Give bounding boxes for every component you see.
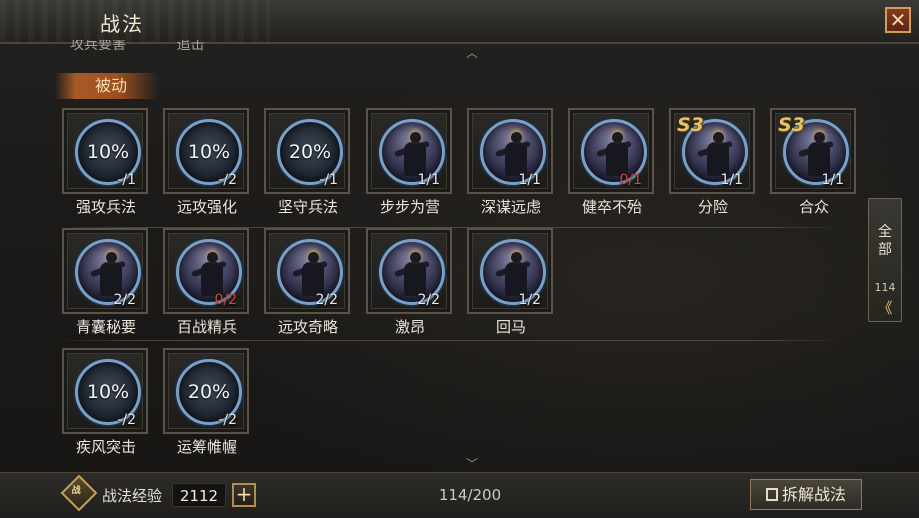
skill-card[interactable]: 0/2 百战精兵: [163, 228, 251, 340]
skill-card[interactable]: 10% -/2 远攻强化: [163, 108, 251, 220]
skill-frame: 1/2: [467, 228, 553, 314]
skill-frame: 10% -/2: [62, 348, 148, 434]
skill-name: 青囊秘要: [75, 318, 136, 336]
add-exp-button[interactable]: +: [232, 483, 256, 507]
skill-name: 疾风突击: [75, 438, 136, 456]
row-divider: [55, 227, 845, 228]
skill-percent: 10%: [187, 141, 231, 163]
skill-count: 2/2: [315, 292, 338, 308]
skill-name: 激昂: [394, 318, 425, 336]
skill-card[interactable]: 2/2 远攻奇略: [264, 228, 352, 340]
skill-card[interactable]: S3 1/1 分险: [669, 108, 757, 220]
skill-count: 1/1: [417, 172, 440, 188]
skill-name: 健卒不殆: [581, 198, 642, 216]
decompose-label: 拆解战法: [781, 485, 846, 504]
skill-card[interactable]: S3 1/1 合众: [770, 108, 858, 220]
skill-count: 1/1: [821, 172, 844, 188]
double-chevron-left-icon: 《: [877, 299, 893, 317]
skill-frame: S3 1/1: [669, 108, 755, 194]
skill-count: 0/1: [619, 172, 642, 188]
skill-frame: 0/2: [163, 228, 249, 314]
section-tab-passive: 被动: [55, 73, 159, 99]
skill-count: -/2: [218, 412, 237, 428]
skill-count: -/2: [117, 412, 136, 428]
skill-count: 0/2: [214, 292, 237, 308]
exp-value: 2112: [172, 483, 226, 507]
skill-name: 百战精兵: [176, 318, 237, 336]
skill-count: -/1: [319, 172, 338, 188]
skill-frame: 20% -/2: [163, 348, 249, 434]
skill-count: -/1: [117, 172, 136, 188]
skill-frame: 0/1: [568, 108, 654, 194]
skill-name: 远攻强化: [176, 198, 237, 216]
decompose-button[interactable]: 拆解战法: [750, 479, 862, 510]
skill-capacity: 114/200: [438, 486, 502, 504]
season-badge: S3: [778, 114, 805, 136]
skill-frame: S3 1/1: [770, 108, 856, 194]
filter-label: 全部: [878, 224, 892, 258]
previous-section-peek: 攻兵要害 追击: [70, 40, 250, 56]
skill-count: 1/1: [518, 172, 541, 188]
chevron-up-icon[interactable]: ︿: [463, 47, 481, 59]
skill-name: 强攻兵法: [75, 198, 136, 216]
skill-name: 回马: [495, 318, 526, 336]
skill-card[interactable]: 1/2 回马: [467, 228, 555, 340]
skill-card[interactable]: 20% -/1 坚守兵法: [264, 108, 352, 220]
skill-name: 步步为营: [379, 198, 440, 216]
skill-frame: 10% -/2: [163, 108, 249, 194]
skill-card[interactable]: 1/1 步步为营: [366, 108, 454, 220]
skill-frame: 2/2: [62, 228, 148, 314]
skill-percent: 10%: [86, 141, 130, 163]
skill-frame: 20% -/1: [264, 108, 350, 194]
skill-frame: 1/1: [366, 108, 452, 194]
skill-frame: 1/1: [467, 108, 553, 194]
skill-name: 合众: [798, 198, 829, 216]
skill-card[interactable]: 20% -/2 运筹帷幄: [163, 348, 251, 460]
decompose-icon: [765, 488, 778, 501]
skill-count: 2/2: [417, 292, 440, 308]
skill-frame: 2/2: [264, 228, 350, 314]
skill-percent: 10%: [86, 381, 130, 403]
skill-percent: 20%: [187, 381, 231, 403]
previous-skill-label: 攻兵要害: [70, 40, 126, 53]
skill-card[interactable]: 0/1 健卒不殆: [568, 108, 656, 220]
skill-count: 1/2: [518, 292, 541, 308]
skill-name: 坚守兵法: [277, 198, 338, 216]
exp-label: 战法经验: [102, 487, 163, 505]
chevron-down-icon[interactable]: ﹀: [463, 458, 481, 470]
skill-card[interactable]: 2/2 激昂: [366, 228, 454, 340]
row-divider: [55, 340, 845, 341]
skill-name: 运筹帷幄: [176, 438, 237, 456]
skill-card[interactable]: 10% -/2 疾风突击: [62, 348, 150, 460]
season-badge: S3: [677, 114, 704, 136]
page-title: 战法: [100, 12, 144, 36]
previous-skill-label: 追击: [176, 40, 205, 53]
title-bar: 战法 ✕: [0, 0, 919, 44]
skill-frame: 2/2: [366, 228, 452, 314]
skill-name: 分险: [697, 198, 728, 216]
skill-count: 1/1: [720, 172, 743, 188]
skill-card[interactable]: 10% -/1 强攻兵法: [62, 108, 150, 220]
filter-all-button[interactable]: 全部 114 《: [868, 198, 902, 322]
close-icon: ✕: [889, 8, 907, 32]
skill-name: 深谋远虑: [480, 198, 541, 216]
skill-percent: 20%: [288, 141, 332, 163]
filter-count: 114: [874, 281, 896, 294]
skill-card[interactable]: 2/2 青囊秘要: [62, 228, 150, 340]
skill-count: 2/2: [113, 292, 136, 308]
close-button[interactable]: ✕: [885, 7, 911, 33]
skill-name: 远攻奇略: [277, 318, 338, 336]
skill-frame: 10% -/1: [62, 108, 148, 194]
skill-count: -/2: [218, 172, 237, 188]
skill-card[interactable]: 1/1 深谋远虑: [467, 108, 555, 220]
